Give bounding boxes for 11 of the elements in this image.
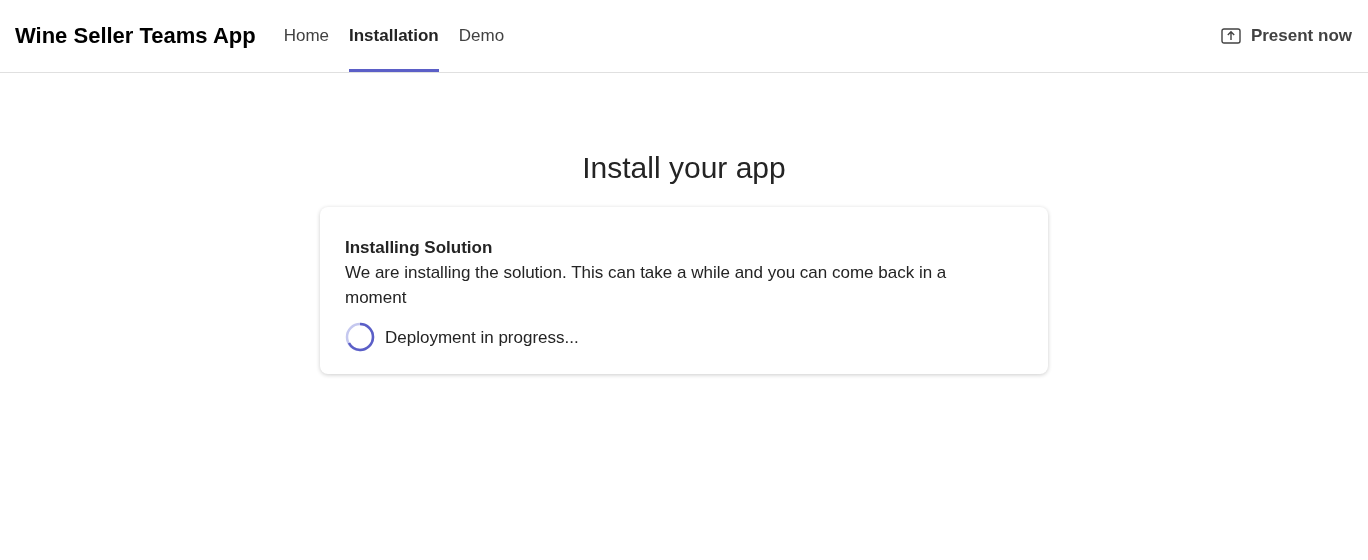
page-heading: Install your app	[582, 151, 786, 185]
share-screen-icon	[1220, 28, 1241, 44]
nav-tab[interactable]: Installation	[349, 0, 439, 72]
status-text: Deployment in progress...	[385, 326, 579, 349]
present-now-button[interactable]: Present now	[1220, 22, 1352, 50]
app-title: Wine Seller Teams App	[15, 23, 256, 49]
status-message: We are installing the solution. This can take a while and you can come back in a moment	[345, 262, 948, 309]
nav-tab[interactable]: Home	[283, 0, 329, 72]
card-title: Installing Solution	[345, 237, 494, 259]
nav-tab[interactable]: Demo	[458, 0, 505, 72]
spinner-icon	[345, 322, 375, 352]
